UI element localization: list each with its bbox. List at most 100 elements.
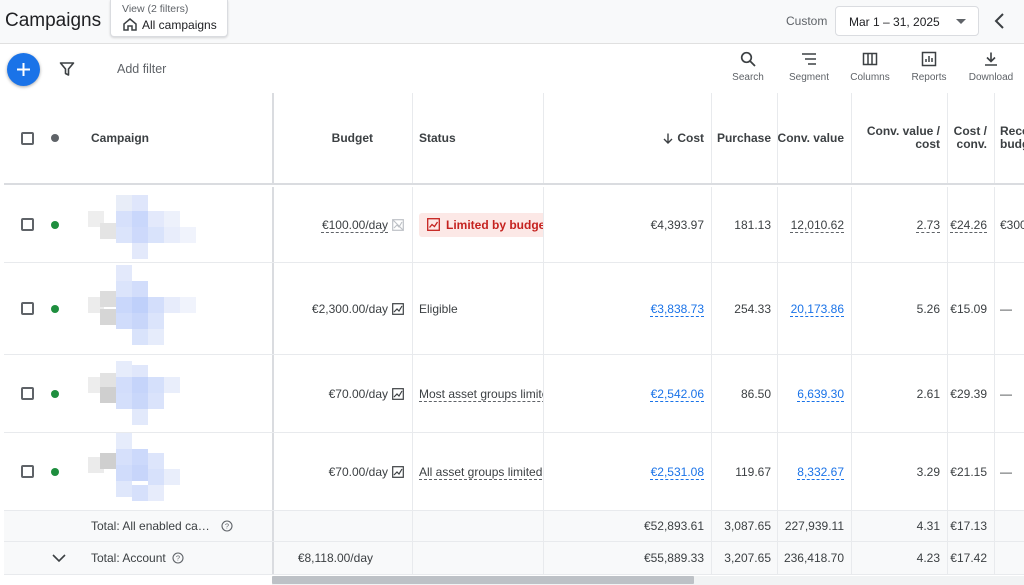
conv-value-cost-cell: 2.61 — [916, 386, 940, 401]
plus-icon — [17, 63, 30, 76]
conv-value-cost-cell: 5.26 — [916, 301, 940, 316]
cost-cell[interactable]: €2,542.06 — [544, 355, 711, 432]
date-range-picker[interactable]: Mar 1 – 31, 2025 — [835, 6, 979, 36]
total-enabled-conv-value-cost: 4.31 — [916, 519, 940, 533]
cost-conv-cell: €21.15 — [950, 464, 987, 479]
budget-chart-disabled-icon[interactable] — [392, 218, 404, 231]
total-account-budget: €8,118.00/day — [297, 551, 373, 565]
row-checkbox[interactable] — [21, 302, 34, 315]
help-icon[interactable]: ? — [221, 520, 233, 532]
header-purchase[interactable]: Purchase — [712, 93, 778, 183]
header-cost[interactable]: Cost — [544, 93, 711, 183]
status-cell[interactable]: Most asset groups limited — [413, 355, 543, 432]
header-conv-value-cost[interactable]: Conv. value / cost — [852, 93, 947, 183]
header-recommended-budget[interactable]: Recommended budget — [994, 93, 1024, 183]
enabled-status-dot — [51, 220, 59, 229]
header-budget[interactable]: Budget — [274, 93, 380, 183]
campaigns-table: Campaign Budget Status Cost Purchase Con… — [4, 93, 1024, 575]
segment-button[interactable]: Segment — [786, 51, 832, 89]
search-label: Search — [732, 72, 764, 83]
search-button[interactable]: Search — [730, 51, 766, 89]
budget-chart-icon[interactable] — [392, 465, 404, 478]
chevron-down-icon[interactable] — [52, 553, 66, 563]
conv-value-cell[interactable]: 6,639.30 — [778, 355, 851, 432]
budget-cell[interactable]: €70.00/day — [274, 355, 411, 432]
horizontal-scrollbar-thumb[interactable] — [272, 576, 694, 584]
enabled-status-dot — [51, 467, 59, 476]
total-enabled-conv-value: 227,939.11 — [784, 519, 844, 533]
select-all-checkbox[interactable] — [21, 131, 34, 145]
cost-conv-cell: €15.09 — [950, 301, 987, 316]
table-row[interactable]: €70.00/day All asset groups limited €2,5… — [4, 433, 1024, 511]
table-row[interactable]: €70.00/day Most asset groups limited €2,… — [4, 355, 1024, 433]
conv-value-cell[interactable]: 20,173.86 — [778, 263, 851, 354]
campaign-name-redacted[interactable] — [82, 355, 252, 432]
add-filter-input[interactable]: Add filter — [117, 62, 166, 76]
budget-cell[interactable]: €100.00/day — [274, 187, 411, 262]
top-bar: Campaigns View (2 filters) All campaigns… — [0, 0, 1024, 44]
download-label: Download — [968, 72, 1014, 83]
cost-cell[interactable]: €2,531.08 — [544, 433, 711, 510]
columns-label: Columns — [850, 72, 890, 83]
header-conv-value[interactable]: Conv. value — [778, 93, 851, 183]
rec-budget-cell: — — [1000, 386, 1012, 401]
date-mode-label: Custom — [786, 14, 828, 28]
status-cell[interactable]: All asset groups limited — [413, 433, 543, 510]
total-account-cost: €55,889.33 — [643, 551, 704, 565]
campaign-name-redacted[interactable] — [82, 187, 252, 262]
limited-by-budget-badge[interactable]: Limited by budget — [419, 212, 544, 237]
date-range-value: Mar 1 – 31, 2025 — [849, 15, 940, 29]
header-campaign[interactable]: Campaign — [85, 93, 265, 183]
budget-chart-icon[interactable] — [392, 387, 404, 400]
columns-icon — [862, 52, 878, 66]
status-dot-header — [51, 134, 59, 142]
budget-cell[interactable]: €2,300.00/day — [274, 263, 411, 354]
header-cost-label: Cost — [677, 131, 704, 145]
view-selector[interactable]: View (2 filters) All campaigns — [110, 0, 228, 37]
total-enabled-label: Total: All enabled campaigns — [91, 519, 215, 533]
rec-budget-cell: — — [1000, 301, 1012, 316]
row-checkbox[interactable] — [21, 465, 34, 478]
home-icon — [123, 18, 137, 31]
conv-value-cell[interactable]: 12,010.62 — [778, 187, 851, 262]
campaign-name-redacted[interactable] — [82, 263, 252, 354]
chevron-left-icon[interactable] — [990, 11, 1010, 31]
page-title: Campaigns — [5, 10, 102, 31]
svg-text:?: ? — [176, 554, 180, 563]
segment-icon — [802, 53, 816, 65]
purchase-cell: 119.67 — [735, 464, 771, 479]
total-account-cost-conv: €17.42 — [950, 551, 987, 565]
table-row[interactable]: €100.00/day Limited by budget €4,393.97 … — [4, 187, 1024, 263]
trend-chart-icon — [427, 218, 440, 231]
header-cost-conv[interactable]: Cost / conv. — [948, 93, 994, 183]
add-campaign-button[interactable] — [7, 53, 40, 86]
view-label: View (2 filters) — [122, 3, 189, 15]
caret-down-icon — [956, 19, 966, 24]
filter-icon[interactable] — [59, 61, 75, 77]
conv-value-cell[interactable]: 8,332.67 — [778, 433, 851, 510]
reports-icon — [921, 51, 937, 67]
campaign-name-redacted[interactable] — [82, 433, 252, 510]
table-header: Campaign Budget Status Cost Purchase Con… — [4, 93, 1024, 185]
cost-cell[interactable]: €3,838.73 — [544, 263, 711, 354]
purchase-cell: 254.33 — [734, 301, 771, 316]
table-row[interactable]: €2,300.00/day Eligible €3,838.73 254.33 … — [4, 263, 1024, 355]
total-enabled-cost: €52,893.61 — [643, 519, 704, 533]
reports-button[interactable]: Reports — [909, 51, 949, 89]
columns-button[interactable]: Columns — [848, 51, 892, 89]
row-checkbox[interactable] — [21, 387, 34, 400]
cost-cell: €4,393.97 — [650, 217, 704, 232]
rec-budget-cell: — — [1000, 464, 1012, 479]
total-account-conv-value: 236,418.70 — [783, 551, 844, 565]
download-button[interactable]: Download — [966, 51, 1016, 89]
row-checkbox[interactable] — [21, 218, 34, 231]
cost-conv-cell: €29.39 — [950, 386, 987, 401]
total-account-row: Total: Account ? €8,118.00/day €55,889.3… — [4, 542, 1024, 575]
cost-conv-cell[interactable]: €24.26 — [948, 187, 994, 262]
rec-budget-cell: €300 — [1000, 217, 1024, 232]
conv-value-cost-cell[interactable]: 2.73 — [852, 187, 947, 262]
budget-chart-icon[interactable] — [392, 302, 404, 315]
header-status[interactable]: Status — [413, 93, 543, 183]
budget-cell[interactable]: €70.00/day — [274, 433, 411, 510]
help-icon[interactable]: ? — [172, 552, 184, 564]
